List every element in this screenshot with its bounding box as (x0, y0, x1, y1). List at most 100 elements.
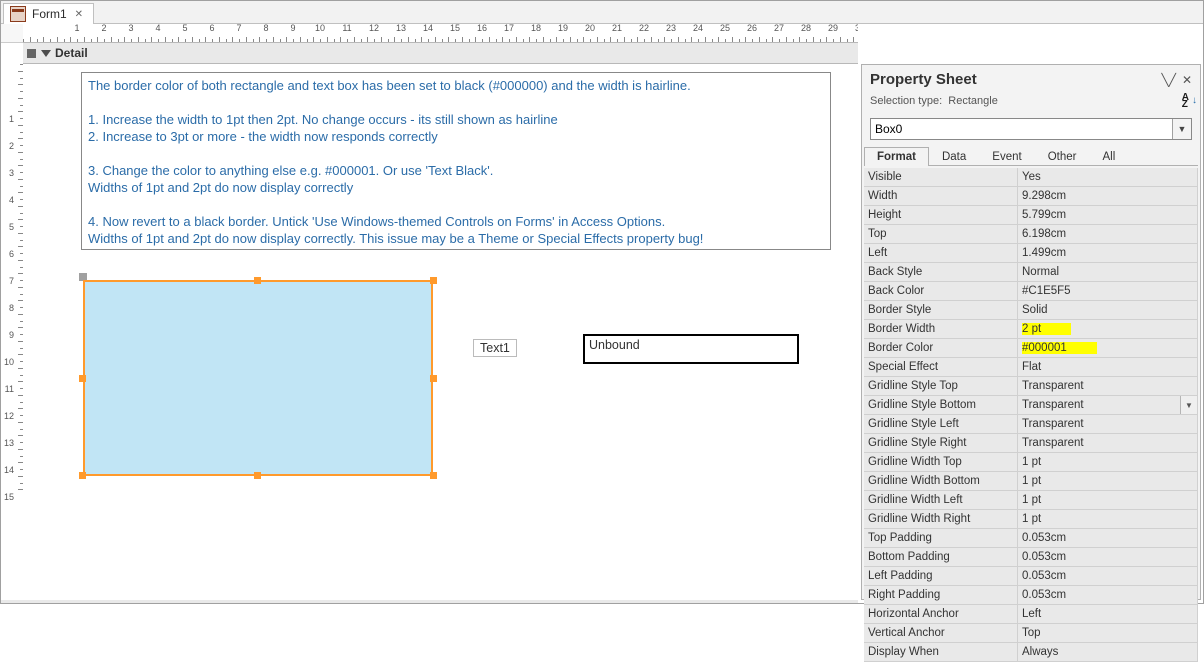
resize-handle[interactable] (430, 375, 437, 382)
property-value[interactable]: 0.053cm (1018, 586, 1198, 605)
property-value[interactable]: 2 pt (1018, 320, 1198, 339)
property-name: Gridline Style Bottom (864, 396, 1018, 415)
property-value[interactable]: Transparent (1018, 415, 1198, 434)
tab-event[interactable]: Event (979, 147, 1034, 166)
property-row[interactable]: Gridline Width Bottom1 pt (864, 472, 1198, 491)
property-value[interactable]: 1 pt (1018, 472, 1198, 491)
resize-handle[interactable] (254, 277, 261, 284)
property-row[interactable]: Display WhenAlways (864, 643, 1198, 662)
tab-other[interactable]: Other (1035, 147, 1090, 166)
property-row[interactable]: Border StyleSolid (864, 301, 1198, 320)
resize-handle[interactable] (79, 375, 86, 382)
property-value[interactable]: Yes (1018, 168, 1198, 187)
resize-handle[interactable] (430, 277, 437, 284)
sort-az-button[interactable]: AZ↓ (1179, 92, 1192, 110)
property-value[interactable]: Normal (1018, 263, 1198, 282)
section-label: Detail (55, 46, 88, 60)
property-value[interactable]: 0.053cm (1018, 529, 1198, 548)
property-value[interactable]: Transparent (1018, 377, 1198, 396)
design-canvas-wrap: The border color of both rectangle and t… (23, 64, 858, 600)
property-row[interactable]: Border Width2 pt (864, 320, 1198, 339)
chevron-down-icon[interactable]: ▼ (1172, 119, 1191, 139)
tab-data[interactable]: Data (929, 147, 979, 166)
property-row[interactable]: Gridline Width Left1 pt (864, 491, 1198, 510)
property-value[interactable]: Flat (1018, 358, 1198, 377)
ruler-corner[interactable] (1, 24, 24, 43)
property-row[interactable]: Vertical AnchorTop (864, 624, 1198, 643)
property-row[interactable]: Top6.198cm (864, 225, 1198, 244)
property-name: Back Color (864, 282, 1018, 301)
resize-handle[interactable] (254, 472, 261, 479)
collapse-icon[interactable]: ╲╱ (1161, 73, 1175, 87)
tab-all[interactable]: All (1089, 147, 1128, 166)
section-bar-detail[interactable]: Detail (23, 42, 858, 64)
object-selector-input[interactable] (871, 119, 1172, 139)
property-row[interactable]: Gridline Width Top1 pt (864, 453, 1198, 472)
property-row[interactable]: Gridline Width Right1 pt (864, 510, 1198, 529)
property-name: Gridline Style Right (864, 434, 1018, 453)
instructions-box[interactable]: The border color of both rectangle and t… (81, 72, 831, 250)
selected-rectangle[interactable] (83, 280, 433, 476)
property-name: Top (864, 225, 1018, 244)
object-selector[interactable]: ▼ (870, 118, 1192, 140)
property-value[interactable]: 1 pt (1018, 510, 1198, 529)
property-value[interactable]: Top (1018, 624, 1198, 643)
property-value[interactable]: Transparent (1018, 434, 1198, 453)
property-value[interactable]: Always (1018, 643, 1198, 662)
property-value[interactable]: 1 pt (1018, 453, 1198, 472)
property-grid[interactable]: VisibleYesWidth9.298cmHeight5.799cmTop6.… (864, 168, 1198, 662)
form-icon (10, 6, 26, 22)
resize-handle[interactable] (79, 472, 86, 479)
property-name: Visible (864, 168, 1018, 187)
property-value[interactable]: 6.198cm (1018, 225, 1198, 244)
hscrollbar[interactable] (1, 600, 858, 603)
property-name: Gridline Style Top (864, 377, 1018, 396)
property-name: Bottom Padding (864, 548, 1018, 567)
property-value[interactable]: #C1E5F5 (1018, 282, 1198, 301)
property-row[interactable]: Gridline Style LeftTransparent (864, 415, 1198, 434)
property-row[interactable]: Height5.799cm (864, 206, 1198, 225)
property-name: Gridline Width Top (864, 453, 1018, 472)
property-row[interactable]: Horizontal AnchorLeft (864, 605, 1198, 624)
close-icon[interactable]: ✕ (73, 9, 85, 20)
property-value[interactable]: Left (1018, 605, 1198, 624)
close-icon[interactable]: ✕ (1182, 73, 1192, 87)
property-sheet-title: Property Sheet (870, 71, 977, 88)
property-row[interactable]: Special EffectFlat (864, 358, 1198, 377)
property-value[interactable]: 9.298cm (1018, 187, 1198, 206)
vertical-ruler[interactable]: 123456789101112131415 (1, 64, 24, 600)
property-row[interactable]: Gridline Style BottomTransparent▼ (864, 396, 1198, 415)
property-value[interactable]: #000001 (1018, 339, 1198, 358)
property-name: Width (864, 187, 1018, 206)
property-row[interactable]: Back Color#C1E5F5 (864, 282, 1198, 301)
property-row[interactable]: Left1.499cm (864, 244, 1198, 263)
property-row[interactable]: Gridline Style TopTransparent (864, 377, 1198, 396)
property-value[interactable]: Transparent▼ (1018, 396, 1198, 415)
resize-handle[interactable] (430, 472, 437, 479)
tab-form1[interactable]: Form1 ✕ (3, 3, 94, 24)
property-row[interactable]: Gridline Style RightTransparent (864, 434, 1198, 453)
tab-format[interactable]: Format (864, 147, 929, 166)
property-row[interactable]: Bottom Padding0.053cm (864, 548, 1198, 567)
property-value[interactable]: 1.499cm (1018, 244, 1198, 263)
property-row[interactable]: Width9.298cm (864, 187, 1198, 206)
property-value[interactable]: 0.053cm (1018, 548, 1198, 567)
design-canvas[interactable]: The border color of both rectangle and t… (23, 64, 858, 600)
chevron-down-icon[interactable]: ▼ (1180, 396, 1197, 414)
horizontal-ruler[interactable]: 1234567891011121314151617181920212223242… (23, 24, 858, 43)
textbox-unbound[interactable]: Unbound (583, 334, 799, 364)
property-value[interactable]: 0.053cm (1018, 567, 1198, 586)
property-name: Left Padding (864, 567, 1018, 586)
property-value[interactable]: Solid (1018, 301, 1198, 320)
property-row[interactable]: Right Padding0.053cm (864, 586, 1198, 605)
property-row[interactable]: VisibleYes (864, 168, 1198, 187)
property-row[interactable]: Top Padding0.053cm (864, 529, 1198, 548)
textbox-label[interactable]: Text1 (473, 339, 517, 357)
property-row[interactable]: Border Color#000001 (864, 339, 1198, 358)
property-value[interactable]: 5.799cm (1018, 206, 1198, 225)
property-row[interactable]: Left Padding0.053cm (864, 567, 1198, 586)
section-selector-icon[interactable] (27, 49, 36, 58)
property-value[interactable]: 1 pt (1018, 491, 1198, 510)
property-row[interactable]: Back StyleNormal (864, 263, 1198, 282)
section-expand-icon (41, 50, 51, 57)
